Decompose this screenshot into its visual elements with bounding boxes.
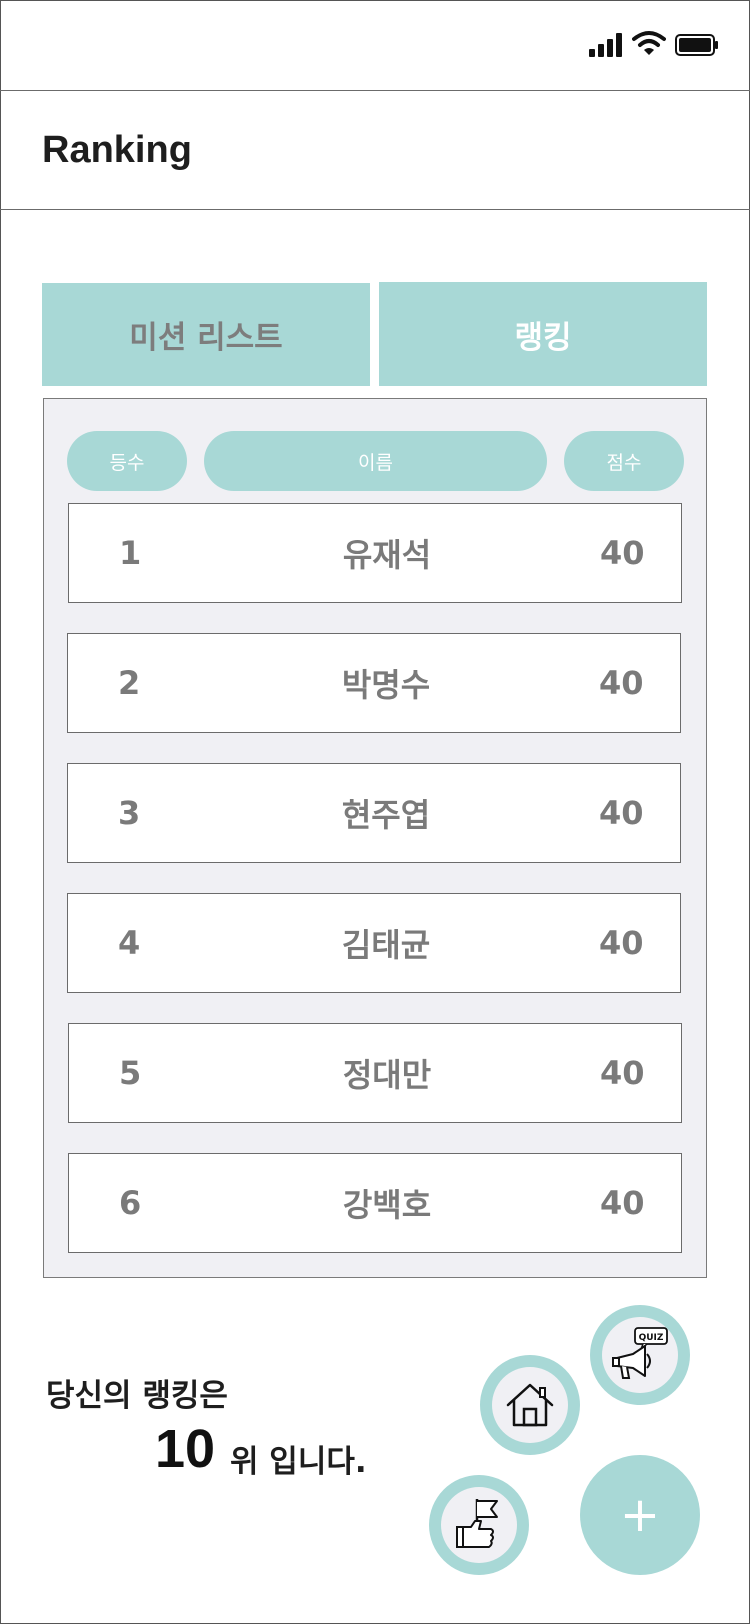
my-rank-suffix: 위 입니다. [230,1444,367,1480]
row-score: 40 [599,924,644,962]
row-score: 40 [600,1184,645,1222]
tab-mission-list[interactable]: 미션 리스트 [42,283,370,386]
row-score: 40 [600,1054,645,1092]
table-row[interactable]: 2 박명수 40 [67,633,681,733]
row-name: 박명수 [341,666,431,704]
column-header-score: 점수 [564,431,684,491]
row-rank: 6 [119,1184,142,1222]
row-rank: 3 [118,794,141,832]
column-header-name: 이름 [204,431,547,491]
column-header-rank: 등수 [67,431,187,491]
row-name: 유재석 [342,536,432,574]
table-row[interactable]: 4 김태균 40 [67,893,681,993]
megaphone-quiz-icon: QUIZ [612,1327,668,1379]
page-title: Ranking [42,129,192,171]
thumbs-up-flag-icon [456,1499,498,1548]
table-row[interactable]: 6 강백호 40 [68,1153,682,1253]
mission-button[interactable] [429,1475,529,1575]
my-rank-label: 당신의 랭킹은 [46,1378,228,1414]
add-button[interactable]: + [580,1455,700,1575]
signal-icon [589,33,623,57]
ranking-table: 등수 이름 점수 1 유재석 40 2 박명수 40 3 현주엽 40 4 김태… [43,398,707,1278]
row-rank: 2 [118,664,141,702]
row-name: 정대만 [342,1056,432,1094]
table-row[interactable]: 1 유재석 40 [68,503,682,603]
my-rank-value: 10 [155,1419,216,1479]
row-name: 김태균 [341,926,431,964]
tab-ranking[interactable]: 랭킹 [379,282,707,386]
row-score: 40 [600,534,645,572]
row-score: 40 [599,664,644,702]
row-name: 강백호 [342,1186,432,1224]
quiz-badge-text: QUIZ [639,1333,664,1343]
table-row[interactable]: 5 정대만 40 [68,1023,682,1123]
battery-icon [675,34,718,56]
home-button[interactable] [480,1355,580,1455]
row-rank: 5 [119,1054,142,1092]
wifi-icon [632,31,666,55]
row-score: 40 [599,794,644,832]
row-rank: 4 [118,924,141,962]
row-name: 현주엽 [341,796,431,834]
status-bar [0,0,750,91]
table-row[interactable]: 3 현주엽 40 [67,763,681,863]
quiz-button[interactable]: QUIZ [590,1305,690,1405]
home-icon [506,1383,554,1427]
app-header: Ranking [0,91,750,210]
row-rank: 1 [119,534,142,572]
